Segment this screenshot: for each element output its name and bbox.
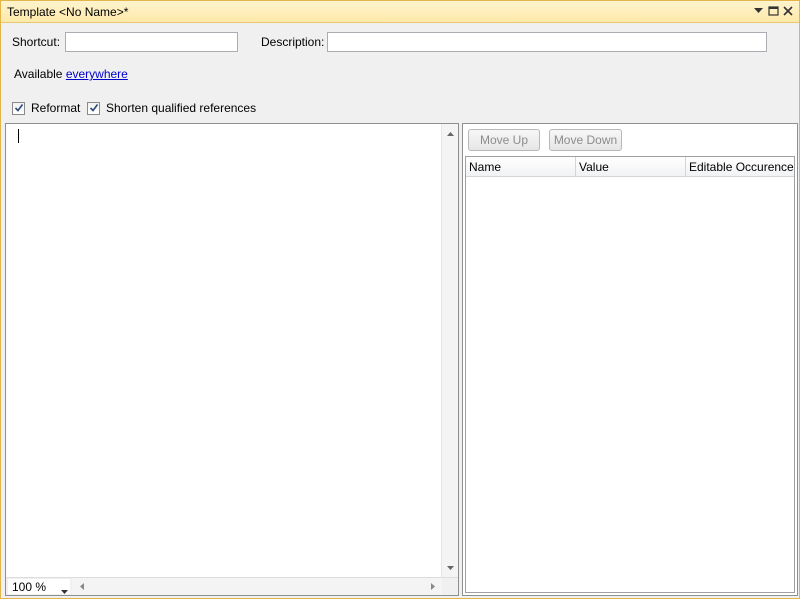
title-bar: Template <No Name>*	[1, 1, 799, 23]
column-header-editable-occurence[interactable]: Editable Occurence	[686, 157, 794, 177]
zoom-value: 100 %	[12, 579, 47, 594]
shorten-references-checkbox[interactable]	[87, 101, 100, 115]
checkmark-icon	[89, 104, 98, 112]
chevron-down-icon[interactable]	[751, 4, 765, 18]
grid-header: Name Value Editable Occurence	[466, 157, 794, 177]
chevron-down-icon[interactable]	[61, 583, 68, 597]
description-input[interactable]	[327, 32, 767, 52]
template-editor-window: Template <No Name>* Shortcut: Descriptio…	[0, 0, 800, 599]
reformat-checkbox[interactable]	[12, 101, 25, 115]
window-title: Template <No Name>*	[7, 5, 129, 19]
editor-horizontal-scrollbar[interactable]	[72, 578, 442, 595]
reformat-option[interactable]: Reformat	[12, 101, 80, 115]
availability-text: Available everywhere	[14, 67, 128, 81]
template-text-editor[interactable]: 100 %	[5, 123, 459, 596]
reformat-label: Reformat	[31, 101, 81, 115]
availability-prefix: Available	[14, 67, 63, 81]
text-caret	[18, 129, 19, 143]
shortcut-input[interactable]	[65, 32, 238, 52]
variables-panel: Move Up Move Down Name Value Editable Oc…	[462, 123, 798, 596]
restore-icon[interactable]	[766, 4, 780, 18]
shorten-references-option[interactable]: Shorten qualified references	[87, 101, 256, 115]
move-up-button[interactable]: Move Up	[468, 129, 540, 151]
checkmark-icon	[14, 104, 23, 112]
editor-vertical-scrollbar[interactable]	[441, 124, 458, 577]
column-header-name[interactable]: Name	[466, 157, 576, 177]
variables-grid[interactable]: Name Value Editable Occurence	[465, 156, 795, 593]
column-header-value[interactable]: Value	[576, 157, 686, 177]
shortcut-label: Shortcut:	[12, 35, 61, 49]
shorten-references-label: Shorten qualified references	[106, 101, 257, 115]
move-down-button[interactable]: Move Down	[549, 129, 622, 151]
availability-scope-link[interactable]: everywhere	[66, 67, 128, 81]
scroll-down-icon[interactable]	[442, 559, 459, 576]
zoom-selector[interactable]: 100 %	[8, 579, 70, 594]
editor-bottom-bar: 100 %	[6, 577, 458, 595]
scroll-up-icon[interactable]	[442, 125, 459, 142]
description-label: Description:	[261, 35, 325, 49]
scroll-left-icon[interactable]	[73, 578, 90, 595]
close-icon[interactable]	[781, 4, 795, 18]
scroll-right-icon[interactable]	[424, 578, 441, 595]
